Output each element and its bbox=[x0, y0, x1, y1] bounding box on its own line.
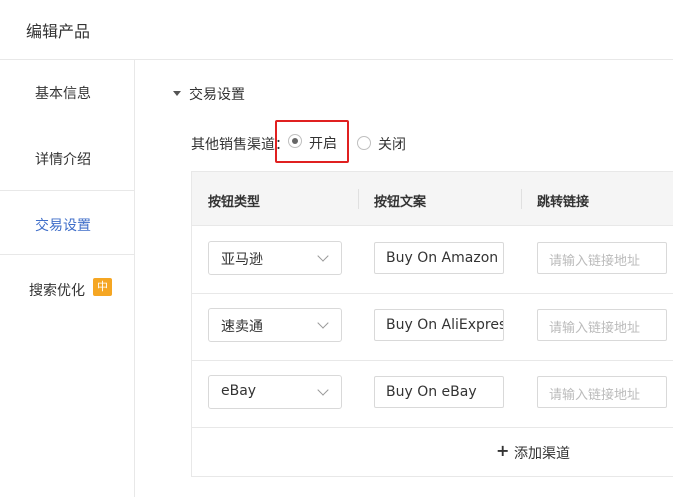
sidebar-item-trade-settings[interactable]: 交易设置 bbox=[0, 190, 135, 255]
sidebar-item-basic-info[interactable]: 基本信息 bbox=[0, 60, 135, 125]
select-value: 亚马逊 bbox=[221, 252, 263, 268]
chevron-down-icon bbox=[317, 317, 329, 329]
input-placeholder: 请输入链接地址 bbox=[549, 254, 641, 269]
main-content: 交易设置 其他销售渠道： 开启 关闭 按钮类型 按钮文案 跳转链接 亚马逊 Bu… bbox=[136, 60, 673, 497]
input-placeholder: 请输入链接地址 bbox=[549, 321, 641, 336]
select-value: eBay bbox=[221, 383, 257, 399]
button-text-input[interactable]: Buy On eBay bbox=[374, 376, 504, 408]
caret-down-icon bbox=[173, 90, 181, 96]
link-input[interactable]: 请输入链接地址 bbox=[537, 376, 667, 408]
link-input[interactable]: 请输入链接地址 bbox=[537, 242, 667, 274]
channel-type-select[interactable]: 速卖通 bbox=[208, 308, 342, 342]
channel-type-select[interactable]: eBay bbox=[208, 375, 342, 409]
radio-on-label[interactable]: 开启 bbox=[309, 133, 337, 153]
radio-highlight-box: 开启 bbox=[275, 120, 349, 163]
plus-icon: + bbox=[496, 441, 510, 460]
input-value: Buy On AliExpres bbox=[386, 317, 504, 333]
sidebar: 基本信息 详情介绍 交易设置 搜索优化 中 bbox=[0, 60, 135, 497]
page-header: 编辑产品 bbox=[0, 0, 673, 60]
sidebar-item-label: 搜索优化 bbox=[29, 283, 85, 299]
table-row: 亚马逊 Buy On Amazon 请输入链接地址 bbox=[192, 227, 673, 294]
table-row: 速卖通 Buy On AliExpres 请输入链接地址 bbox=[192, 294, 673, 361]
link-input[interactable]: 请输入链接地址 bbox=[537, 309, 667, 341]
radio-off-label[interactable]: 关闭 bbox=[378, 134, 406, 154]
chevron-down-icon bbox=[317, 250, 329, 262]
column-header-link: 跳转链接 bbox=[537, 195, 590, 210]
chevron-down-icon bbox=[317, 384, 329, 396]
sidebar-item-details[interactable]: 详情介绍 bbox=[0, 125, 135, 190]
sidebar-item-label: 详情介绍 bbox=[35, 152, 91, 168]
channel-type-select[interactable]: 亚马逊 bbox=[208, 241, 342, 275]
add-channel-label: 添加渠道 bbox=[514, 446, 570, 462]
section-title: 交易设置 bbox=[189, 87, 245, 103]
radio-off[interactable] bbox=[357, 136, 371, 150]
column-divider bbox=[521, 189, 522, 209]
add-channel-button[interactable]: + 添加渠道 bbox=[192, 427, 673, 477]
button-text-input[interactable]: Buy On AliExpres bbox=[374, 309, 504, 341]
table-header: 按钮类型 按钮文案 跳转链接 bbox=[192, 172, 673, 226]
sidebar-item-label: 基本信息 bbox=[35, 86, 91, 102]
input-value: Buy On eBay bbox=[386, 384, 477, 400]
column-header-text: 按钮文案 bbox=[374, 195, 427, 210]
table-row: eBay Buy On eBay 请输入链接地址 bbox=[192, 361, 673, 428]
channel-table: 按钮类型 按钮文案 跳转链接 亚马逊 Buy On Amazon 请输入链接地址… bbox=[191, 171, 673, 477]
sidebar-item-seo[interactable]: 搜索优化 中 bbox=[0, 256, 135, 321]
input-placeholder: 请输入链接地址 bbox=[549, 388, 641, 403]
column-divider bbox=[358, 189, 359, 209]
button-text-input[interactable]: Buy On Amazon bbox=[374, 242, 504, 274]
page-title: 编辑产品 bbox=[26, 22, 91, 41]
select-value: 速卖通 bbox=[221, 319, 263, 335]
column-header-type: 按钮类型 bbox=[208, 195, 261, 210]
input-value: Buy On Amazon bbox=[386, 250, 499, 266]
radio-on[interactable] bbox=[288, 134, 302, 148]
section-header[interactable]: 交易设置 bbox=[173, 84, 245, 104]
sidebar-item-label: 交易设置 bbox=[35, 218, 91, 234]
status-badge: 中 bbox=[93, 278, 112, 296]
